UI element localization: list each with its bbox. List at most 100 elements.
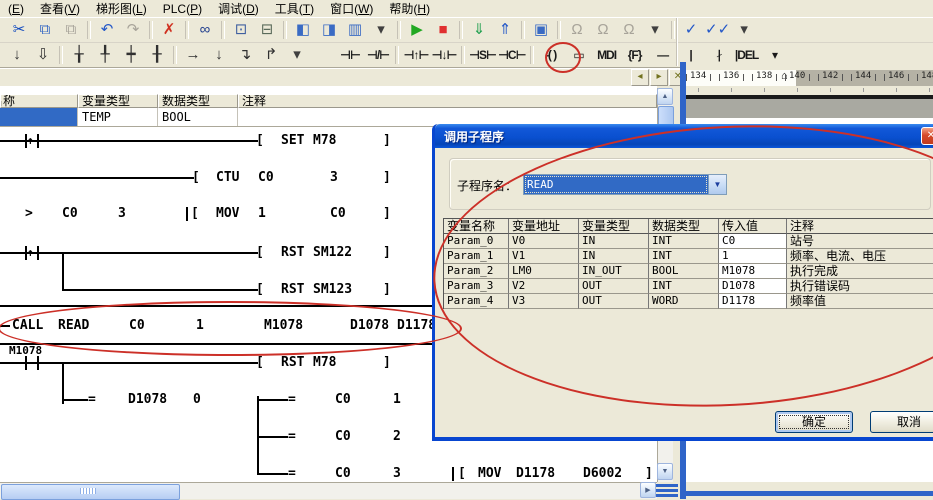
menu-item[interactable]: PLC(P) bbox=[155, 2, 210, 16]
subroutine-name-dropdown[interactable]: READ ▼ bbox=[523, 174, 727, 195]
menu-item[interactable]: 窗口(W) bbox=[322, 0, 381, 17]
menu-item[interactable]: 梯形图(L) bbox=[88, 0, 155, 17]
param-value-cell[interactable]: D1178 bbox=[719, 294, 787, 309]
set-contact-icon[interactable]: ⊣S⊢ bbox=[468, 45, 497, 65]
wire-dropdown-arrow-icon[interactable]: ▾ bbox=[284, 45, 310, 65]
print-icon[interactable]: ⊟ bbox=[254, 20, 280, 40]
close-icon[interactable]: ✕ bbox=[921, 127, 933, 145]
append-network-icon[interactable]: ⇩ bbox=[30, 45, 56, 65]
lock-partial-icon[interactable]: Ω bbox=[590, 20, 616, 40]
undo-icon[interactable]: ↶ bbox=[94, 20, 120, 40]
layout-dropdown-arrow-icon[interactable]: ▾ bbox=[368, 20, 394, 40]
param-address-cell: V3 bbox=[509, 294, 579, 309]
scroll-down-button[interactable]: ▼ bbox=[657, 463, 673, 480]
param-comment-cell: 执行错误码 bbox=[787, 279, 933, 294]
copy-icon[interactable]: ⧉ bbox=[32, 20, 58, 40]
function-block-icon[interactable]: {F} bbox=[621, 45, 649, 65]
find-icon[interactable]: ∞ bbox=[192, 20, 218, 40]
contact-falling-icon[interactable]: ⊣↓⊢ bbox=[430, 45, 458, 65]
compile-dropdown-arrow-icon[interactable]: ▾ bbox=[731, 20, 757, 40]
param-table-row[interactable]: Param_4V3OUTWORDD1178频率值 bbox=[444, 294, 933, 309]
dialog-title: 调用子程序 bbox=[444, 128, 504, 145]
menu-item[interactable]: 帮助(H) bbox=[381, 0, 438, 17]
insert-network-icon[interactable]: ↓ bbox=[4, 45, 30, 65]
lock-dropdown-arrow-icon[interactable]: ▾ bbox=[642, 20, 668, 40]
merge-branch-icon[interactable]: ╂ bbox=[144, 45, 170, 65]
chevron-down-icon[interactable]: ▼ bbox=[708, 175, 726, 194]
param-table-row[interactable]: Param_0V0ININTC0站号 bbox=[444, 234, 933, 249]
toolbar-ladder-edit-group: ↓⇩╁╀┿╂→↓↴↱▾ bbox=[4, 45, 310, 65]
delete-branch-icon[interactable]: ┿ bbox=[118, 45, 144, 65]
horizontal-line-icon[interactable]: — bbox=[649, 45, 677, 65]
redo-icon[interactable]: ↷ bbox=[120, 20, 146, 40]
param-value-cell[interactable]: M1078 bbox=[719, 264, 787, 279]
param-datatype-cell: INT bbox=[649, 279, 719, 294]
scroll-right-button[interactable]: ▶ bbox=[640, 482, 656, 498]
param-value-cell[interactable]: 1 bbox=[719, 249, 787, 264]
instruction-box-icon[interactable]: ▭ bbox=[565, 45, 593, 65]
param-table-row[interactable]: Param_3V2OUTINTD1078执行错误码 bbox=[444, 279, 933, 294]
window-layout-bottom-icon[interactable]: ▥ bbox=[342, 20, 368, 40]
param-table-column-header: 变量类型 bbox=[579, 219, 649, 234]
wire-corner-up-icon[interactable]: ↱ bbox=[258, 45, 284, 65]
scroll-tab-right-icon[interactable]: ▸ bbox=[650, 69, 668, 86]
coil-icon[interactable]: -( ) bbox=[537, 45, 565, 65]
column-header-name[interactable]: 名称 bbox=[0, 94, 78, 108]
param-name-cell: Param_0 bbox=[444, 234, 509, 249]
variable-type-cell[interactable]: TEMP bbox=[78, 108, 158, 126]
contact-no-icon[interactable]: ⊣⊢ bbox=[336, 45, 364, 65]
size-grip[interactable] bbox=[656, 484, 678, 497]
window-layout-right-icon[interactable]: ◨ bbox=[316, 20, 342, 40]
menu-item[interactable]: (E) bbox=[0, 2, 32, 16]
run-icon[interactable]: ▶ bbox=[404, 20, 430, 40]
cancel-button[interactable]: 取消 bbox=[870, 411, 933, 433]
param-value-cell[interactable]: C0 bbox=[719, 234, 787, 249]
right-window-gray-band bbox=[686, 99, 933, 118]
paste-icon[interactable]: ⧉ bbox=[58, 20, 84, 40]
ok-button[interactable]: 确定 bbox=[775, 411, 853, 433]
cut-icon[interactable]: ✂ bbox=[6, 20, 32, 40]
param-name-cell: Param_1 bbox=[444, 249, 509, 264]
window-layout-left-icon[interactable]: ◧ bbox=[290, 20, 316, 40]
scroll-up-button[interactable]: ▲ bbox=[657, 88, 673, 105]
unlock-icon[interactable]: Ω bbox=[616, 20, 642, 40]
menu-item[interactable]: 查看(V) bbox=[32, 0, 88, 17]
insert-branch-down-icon[interactable]: ╁ bbox=[66, 45, 92, 65]
column-header-var-type[interactable]: 变量类型 bbox=[78, 94, 158, 108]
param-table-row[interactable]: Param_2LM0IN_OUTBOOLM1078执行完成 bbox=[444, 264, 933, 279]
column-header-name-label: 名称 bbox=[0, 95, 15, 107]
menu-item[interactable]: 调试(D) bbox=[210, 0, 267, 17]
dialog-title-bar: 调用子程序 bbox=[435, 124, 933, 148]
stop-icon[interactable]: ■ bbox=[430, 20, 456, 40]
compare-contact-icon[interactable]: ⊣C⊢ bbox=[497, 45, 527, 65]
wire-down-icon[interactable]: ↓ bbox=[206, 45, 232, 65]
param-name-cell: Param_3 bbox=[444, 279, 509, 294]
scroll-tab-left-icon[interactable]: ◂ bbox=[631, 69, 649, 86]
toolbar-separator bbox=[87, 21, 91, 39]
contact-nc-icon[interactable]: ⊣/⊢ bbox=[364, 45, 392, 65]
param-vartype-cell: IN bbox=[579, 234, 649, 249]
upload-program-icon[interactable]: ⇑ bbox=[492, 20, 518, 40]
compile-all-icon[interactable]: ✓✓ bbox=[704, 20, 731, 40]
wire-corner-down-icon[interactable]: ↴ bbox=[232, 45, 258, 65]
param-table-row[interactable]: Param_1V1ININT1频率、电流、电压 bbox=[444, 249, 933, 264]
scroll-down-icon: ▼ bbox=[662, 468, 669, 475]
column-header-comment[interactable]: 注释 bbox=[238, 94, 657, 108]
variable-name-cell-selected[interactable] bbox=[0, 108, 78, 126]
param-value-cell[interactable]: D1078 bbox=[719, 279, 787, 294]
wire-right-icon[interactable]: → bbox=[180, 45, 206, 65]
print-preview-icon[interactable]: ⊡ bbox=[228, 20, 254, 40]
menu-item[interactable]: 工具(T) bbox=[267, 0, 322, 17]
mdi-icon[interactable]: MDI bbox=[593, 45, 621, 65]
contact-rising-icon[interactable]: ⊣↑⊢ bbox=[402, 45, 430, 65]
variable-datatype-cell[interactable]: BOOL bbox=[158, 108, 238, 126]
monitor-icon[interactable]: ▣ bbox=[528, 20, 554, 40]
column-header-data-type[interactable]: 数据类型 bbox=[158, 94, 238, 108]
download-program-icon[interactable]: ⇓ bbox=[466, 20, 492, 40]
param-datatype-cell: BOOL bbox=[649, 264, 719, 279]
delete-icon[interactable]: ✗ bbox=[156, 20, 182, 40]
lock-icon[interactable]: Ω bbox=[564, 20, 590, 40]
insert-branch-up-icon[interactable]: ╀ bbox=[92, 45, 118, 65]
toolbar-separator bbox=[221, 21, 225, 39]
compile-icon[interactable]: ✓ bbox=[678, 20, 704, 40]
